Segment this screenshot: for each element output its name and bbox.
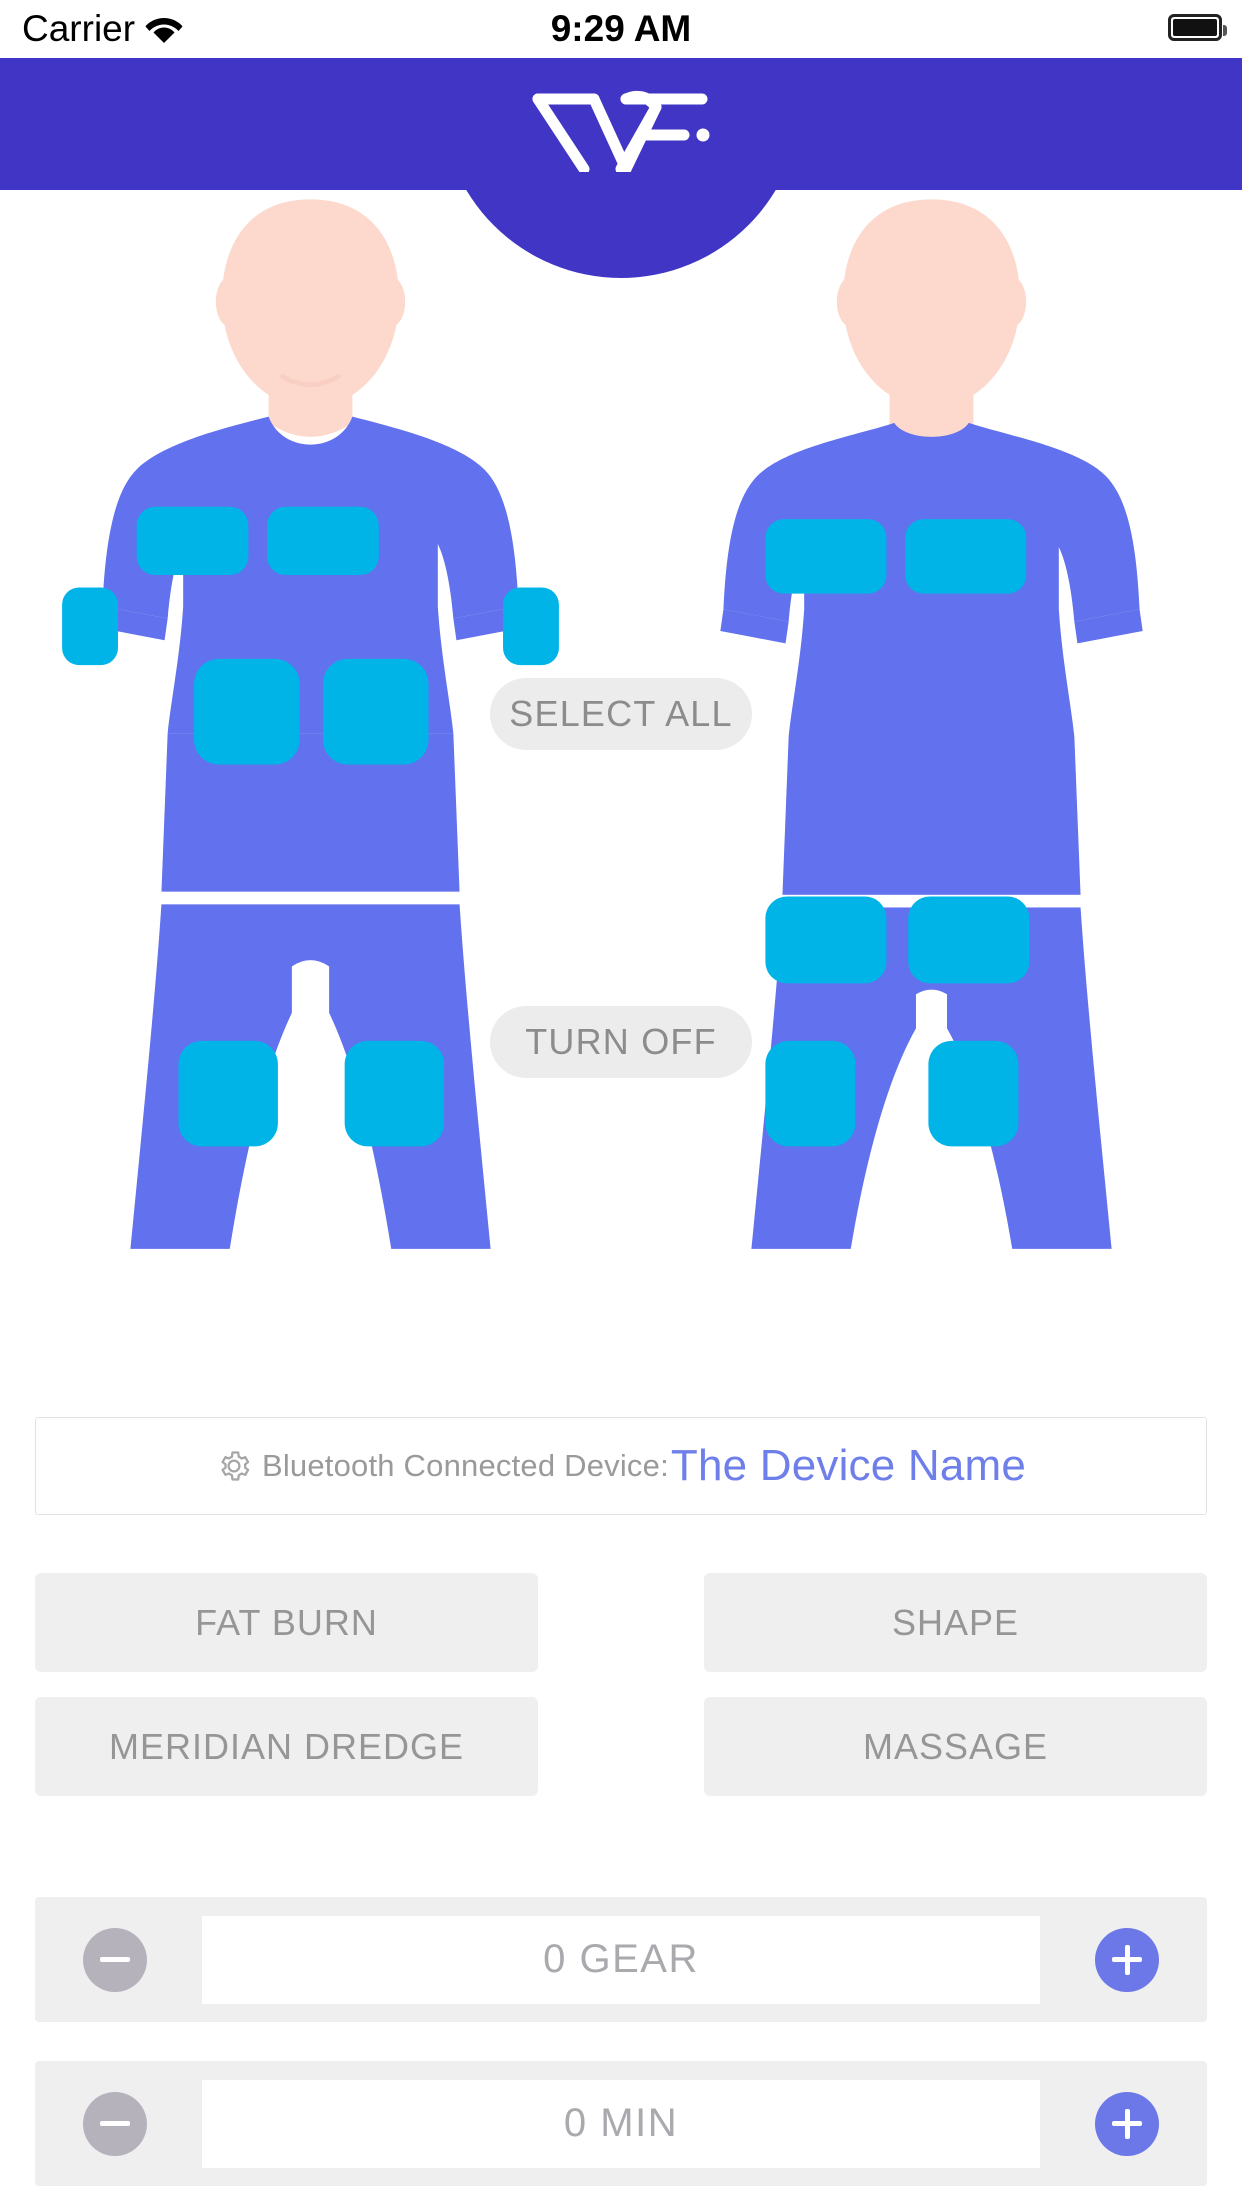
- gear-value-field[interactable]: 0 GEAR: [202, 1915, 1040, 2004]
- front-body-figure[interactable]: [0, 190, 621, 1370]
- gear-stepper: 0 GEAR: [35, 1897, 1207, 2022]
- upper-back-left-pad: [765, 519, 887, 594]
- minutes-value-field[interactable]: 0 MIN: [202, 2079, 1040, 2168]
- mode-button-fat-burn[interactable]: FAT BURN: [35, 1573, 538, 1672]
- wf-monogram-logo: [521, 58, 721, 190]
- thigh-left-pad: [178, 1040, 278, 1147]
- minutes-stepper: 0 MIN: [35, 2061, 1207, 2186]
- bluetooth-device-name: The Device Name: [670, 1441, 1027, 1490]
- front-skin: [215, 199, 406, 437]
- gear-icon[interactable]: [216, 1448, 252, 1484]
- plus-icon-v: [1124, 1944, 1130, 1975]
- bluetooth-label: Bluetooth Connected Device:: [261, 1448, 669, 1483]
- bluetooth-device-bar[interactable]: Bluetooth Connected Device: The Device N…: [35, 1417, 1207, 1515]
- hamstring-left-pad: [765, 1040, 856, 1147]
- minus-icon: [100, 2121, 130, 2126]
- minus-icon: [100, 1957, 130, 1962]
- app-screen: Carrier 9:29 AM SELECT ALL TURN OFF Blue…: [0, 0, 1242, 2208]
- mode-button-grid: FAT BURN SHAPE MERIDIAN DREDGE MASSAGE: [35, 1573, 1207, 1821]
- body-map: SELECT ALL TURN OFF: [0, 190, 1242, 1370]
- chest-left-pad: [136, 506, 249, 576]
- turn-off-button[interactable]: TURN OFF: [490, 1006, 752, 1078]
- minutes-decrease-button[interactable]: [83, 2091, 147, 2156]
- mode-button-massage[interactable]: MASSAGE: [704, 1697, 1207, 1796]
- mode-button-shape[interactable]: SHAPE: [704, 1573, 1207, 1672]
- select-all-button[interactable]: SELECT ALL: [490, 678, 752, 750]
- mode-row-2: MERIDIAN DREDGE MASSAGE: [35, 1697, 1207, 1796]
- abdomen-right-pad: [322, 658, 429, 765]
- bluetooth-device-inner: Bluetooth Connected Device: The Device N…: [216, 1441, 1026, 1491]
- mode-row-1: FAT BURN SHAPE: [35, 1573, 1207, 1672]
- status-bar-right: [1168, 14, 1227, 41]
- mode-button-meridian-dredge[interactable]: MERIDIAN DREDGE: [35, 1697, 538, 1796]
- arm-left-pad: [62, 587, 118, 666]
- upper-back-right-pad: [905, 519, 1027, 594]
- hamstring-right-pad: [928, 1040, 1019, 1147]
- abdomen-left-pad: [194, 658, 300, 765]
- glute-left-pad: [765, 896, 887, 984]
- back-body-figure[interactable]: [621, 190, 1242, 1370]
- back-skin: [836, 199, 1027, 440]
- plus-icon-v: [1124, 2108, 1130, 2139]
- glute-right-pad: [908, 896, 1030, 984]
- arm-right-pad: [503, 587, 559, 666]
- status-bar-time: 9:29 AM: [550, 8, 692, 49]
- gear-increase-button[interactable]: [1095, 1927, 1159, 1992]
- gear-decrease-button[interactable]: [83, 1927, 147, 1992]
- battery-icon: [1168, 14, 1227, 41]
- chest-right-pad: [267, 506, 379, 576]
- minutes-increase-button[interactable]: [1095, 2091, 1159, 2156]
- status-bar: Carrier 9:29 AM: [0, 0, 1242, 58]
- thigh-right-pad: [344, 1040, 445, 1147]
